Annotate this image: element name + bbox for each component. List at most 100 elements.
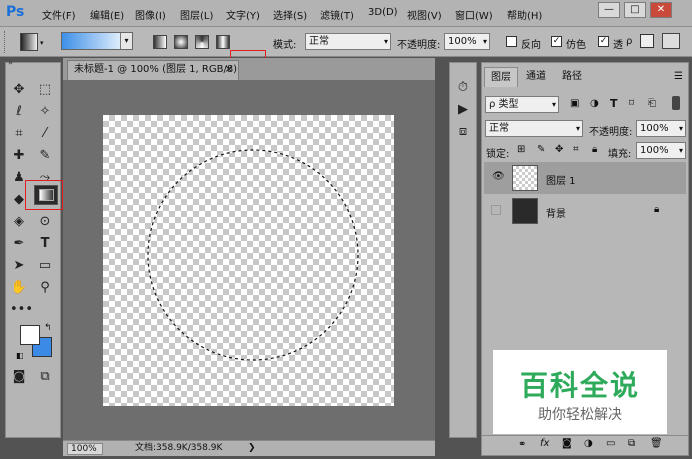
type-filter-icon[interactable]: T bbox=[610, 97, 618, 110]
tab-layers[interactable]: 图层 bbox=[484, 67, 518, 87]
chevron-down-icon[interactable]: ▾ bbox=[120, 33, 132, 49]
tab-paths[interactable]: 路径 bbox=[556, 67, 588, 87]
lock-image-icon[interactable]: ✎ bbox=[537, 144, 545, 155]
close-document-icon[interactable]: × bbox=[225, 61, 233, 79]
panel-toggle-icon[interactable] bbox=[640, 34, 654, 48]
layer-row[interactable]: 👁︎ 图层 1 bbox=[484, 162, 686, 194]
history-panel-icon[interactable]: ⏱ bbox=[454, 79, 472, 97]
gradient-tool-preset-icon[interactable] bbox=[20, 33, 38, 51]
angle-gradient-icon[interactable] bbox=[195, 35, 209, 49]
fill-input[interactable]: 100% ▾ bbox=[636, 142, 686, 159]
zoom-tool-icon[interactable]: ⚲ bbox=[36, 279, 54, 297]
brush-tool-icon[interactable]: ✎ bbox=[36, 147, 54, 165]
adjustment-layer-icon[interactable]: ◑ bbox=[584, 438, 593, 449]
layer-filter-select[interactable]: ρ 类型 ▾ bbox=[485, 96, 559, 113]
zoom-level-input[interactable]: 100% bbox=[67, 443, 103, 455]
lock-position-icon[interactable]: ✥ bbox=[555, 144, 563, 155]
rectangle-tool-icon[interactable]: ▭ bbox=[36, 257, 54, 275]
status-menu-arrow[interactable]: ❯ bbox=[248, 441, 256, 456]
dodge-tool-icon[interactable]: ⊙ bbox=[36, 213, 54, 231]
close-window-button[interactable]: ✕ bbox=[650, 2, 672, 18]
properties-panel-icon[interactable]: ⧈ bbox=[454, 123, 472, 141]
minimize-button[interactable]: — bbox=[598, 2, 620, 18]
menu-image[interactable]: 图像(I) bbox=[135, 7, 166, 22]
default-colors-icon[interactable]: ◧ bbox=[16, 351, 24, 360]
foreground-color-swatch-front[interactable] bbox=[20, 325, 40, 345]
blur-tool-icon[interactable]: ◈ bbox=[10, 213, 28, 231]
workspace-icon[interactable] bbox=[662, 33, 680, 49]
eye-icon[interactable]: 👁︎ bbox=[492, 171, 505, 182]
tab-channels[interactable]: 通道 bbox=[520, 67, 552, 87]
menu-layer[interactable]: 图层(L) bbox=[180, 7, 213, 22]
gradient-tool-icon bbox=[39, 189, 54, 201]
collapse-arrows-icon[interactable]: » bbox=[8, 58, 13, 67]
lasso-tool-icon[interactable]: ℓ bbox=[10, 103, 28, 121]
link-layers-icon[interactable]: ⚭ bbox=[518, 439, 526, 450]
radial-gradient-icon[interactable] bbox=[174, 35, 188, 49]
gradient-picker[interactable]: ▾ bbox=[61, 32, 133, 50]
marquee-tool-icon[interactable]: ⬚ bbox=[36, 81, 54, 99]
options-bar-grip[interactable] bbox=[4, 31, 12, 53]
menu-view[interactable]: 视图(V) bbox=[407, 7, 442, 22]
menu-filter[interactable]: 滤镜(T) bbox=[320, 7, 354, 22]
menu-file[interactable]: 文件(F) bbox=[42, 7, 76, 22]
shape-filter-icon[interactable]: ⌑ bbox=[629, 98, 634, 109]
menu-window[interactable]: 窗口(W) bbox=[455, 7, 493, 22]
chevron-down-icon[interactable]: ▾ bbox=[40, 39, 44, 47]
screen-mode-icon[interactable]: ⧉ bbox=[36, 368, 54, 386]
layer-row[interactable]: 背景 🔒︎ bbox=[484, 195, 686, 227]
panel-menu-icon[interactable]: ☰ bbox=[674, 71, 683, 82]
reverse-checkbox[interactable] bbox=[506, 36, 517, 47]
lock-artboard-icon[interactable]: ⌗ bbox=[573, 144, 579, 155]
lock-icon: 🔒︎ bbox=[654, 204, 660, 215]
canvas[interactable] bbox=[103, 115, 394, 406]
filter-toggle-icon[interactable] bbox=[672, 96, 680, 110]
magic-wand-tool-icon[interactable]: ✧ bbox=[36, 103, 54, 121]
type-tool-icon[interactable]: T bbox=[36, 235, 54, 253]
swap-colors-icon[interactable]: ↰ bbox=[44, 323, 52, 333]
eyedropper-tool-icon[interactable]: ⁄ bbox=[36, 125, 54, 143]
menu-type[interactable]: 文字(Y) bbox=[226, 7, 260, 22]
transparency-checkbox[interactable]: ✓ bbox=[598, 36, 609, 47]
fx-icon[interactable]: fx bbox=[540, 438, 549, 449]
trash-icon[interactable]: 🗑︎ bbox=[650, 438, 663, 449]
more-tools-icon[interactable]: ••• bbox=[10, 301, 33, 319]
new-group-icon[interactable]: ▭ bbox=[606, 438, 615, 449]
menu-help[interactable]: 帮助(H) bbox=[507, 7, 542, 22]
blend-mode-select[interactable]: 正常 ▾ bbox=[485, 120, 583, 137]
layer-opacity-input[interactable]: 100% ▾ bbox=[636, 120, 686, 137]
pixel-filter-icon[interactable]: ▣ bbox=[570, 98, 579, 109]
crop-tool-icon[interactable]: ⌗ bbox=[10, 125, 28, 143]
smart-object-filter-icon[interactable]: ⎗ bbox=[648, 98, 656, 109]
move-tool-icon[interactable]: ✥ bbox=[10, 81, 28, 99]
mode-select[interactable]: 正常 ▾ bbox=[305, 33, 391, 50]
options-bar: ▾ ▾ 模式: 正常 ▾ 不透明度: 100% ▾ 反向 ✓ 仿色 ✓ 透 ρ bbox=[0, 27, 692, 81]
quick-mask-icon[interactable]: ◙ bbox=[10, 368, 28, 386]
gradient-tool-button[interactable] bbox=[34, 185, 58, 205]
menu-edit[interactable]: 编辑(E) bbox=[90, 7, 124, 22]
path-selection-tool-icon[interactable]: ➤ bbox=[10, 257, 28, 275]
healing-brush-tool-icon[interactable]: ✚ bbox=[10, 147, 28, 165]
new-layer-icon[interactable]: ⧉ bbox=[628, 438, 635, 449]
maximize-button[interactable]: □ bbox=[624, 2, 646, 18]
menu-select[interactable]: 选择(S) bbox=[273, 7, 307, 22]
layer-name[interactable]: 图层 1 bbox=[546, 172, 576, 187]
opacity-input[interactable]: 100% ▾ bbox=[444, 33, 490, 50]
lock-all-icon[interactable]: 🔒︎ bbox=[592, 144, 597, 155]
lock-transparent-icon[interactable]: ⊞ bbox=[517, 144, 525, 155]
linear-gradient-icon[interactable] bbox=[153, 35, 167, 49]
document-tab[interactable]: 未标题-1 @ 100% (图层 1, RGB/8) * × bbox=[67, 60, 239, 93]
layers-footer: ⚭ fx ◙ ◑ ▭ ⧉ 🗑︎ bbox=[482, 435, 688, 455]
menu-3d[interactable]: 3D(D) bbox=[368, 7, 398, 18]
visibility-toggle[interactable] bbox=[491, 205, 501, 215]
pen-tool-icon[interactable]: ✒ bbox=[10, 235, 28, 253]
reflected-gradient-icon[interactable] bbox=[216, 35, 230, 49]
layer-name[interactable]: 背景 bbox=[546, 205, 566, 220]
dither-checkbox[interactable]: ✓ bbox=[551, 36, 562, 47]
add-mask-icon[interactable]: ◙ bbox=[562, 438, 572, 449]
actions-play-icon[interactable]: ▶ bbox=[454, 101, 472, 119]
hand-tool-icon[interactable]: ✋ bbox=[10, 279, 28, 297]
pressure-icon[interactable]: ρ bbox=[626, 36, 632, 47]
collapsed-panel-column: ⏱ ▶ ⧈ bbox=[449, 62, 477, 438]
adjustment-filter-icon[interactable]: ◑ bbox=[590, 98, 599, 109]
